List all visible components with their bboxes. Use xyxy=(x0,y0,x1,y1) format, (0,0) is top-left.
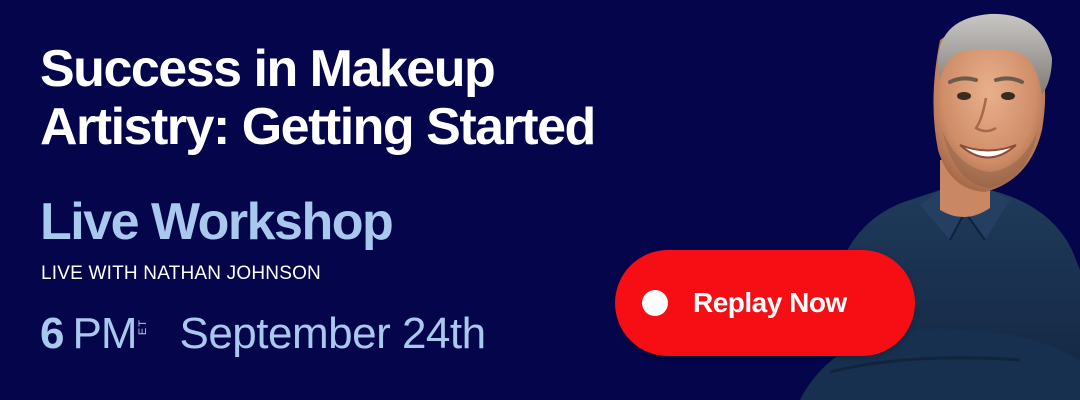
event-time-date: 6 PM ET September 24th xyxy=(40,306,486,362)
event-timezone: ET xyxy=(137,319,150,336)
workshop-banner: Success in Makeup Artistry: Getting Star… xyxy=(0,0,1080,400)
replay-now-button[interactable]: Replay Now xyxy=(615,250,915,356)
event-hour: 6 xyxy=(40,309,65,358)
replay-now-label: Replay Now xyxy=(693,287,847,318)
title-line-1: Success in Makeup xyxy=(40,40,496,98)
host-line: LIVE WITH NATHAN JOHNSON xyxy=(41,263,321,284)
event-ampm: PM xyxy=(72,309,137,358)
record-dot-icon xyxy=(642,290,668,316)
title-line-2: Artistry: Getting Started xyxy=(40,98,596,156)
banner-subtitle: Live Workshop xyxy=(40,193,394,251)
banner-title: Success in Makeup Artistry: Getting Star… xyxy=(40,40,840,156)
event-date: September 24th xyxy=(179,309,486,358)
